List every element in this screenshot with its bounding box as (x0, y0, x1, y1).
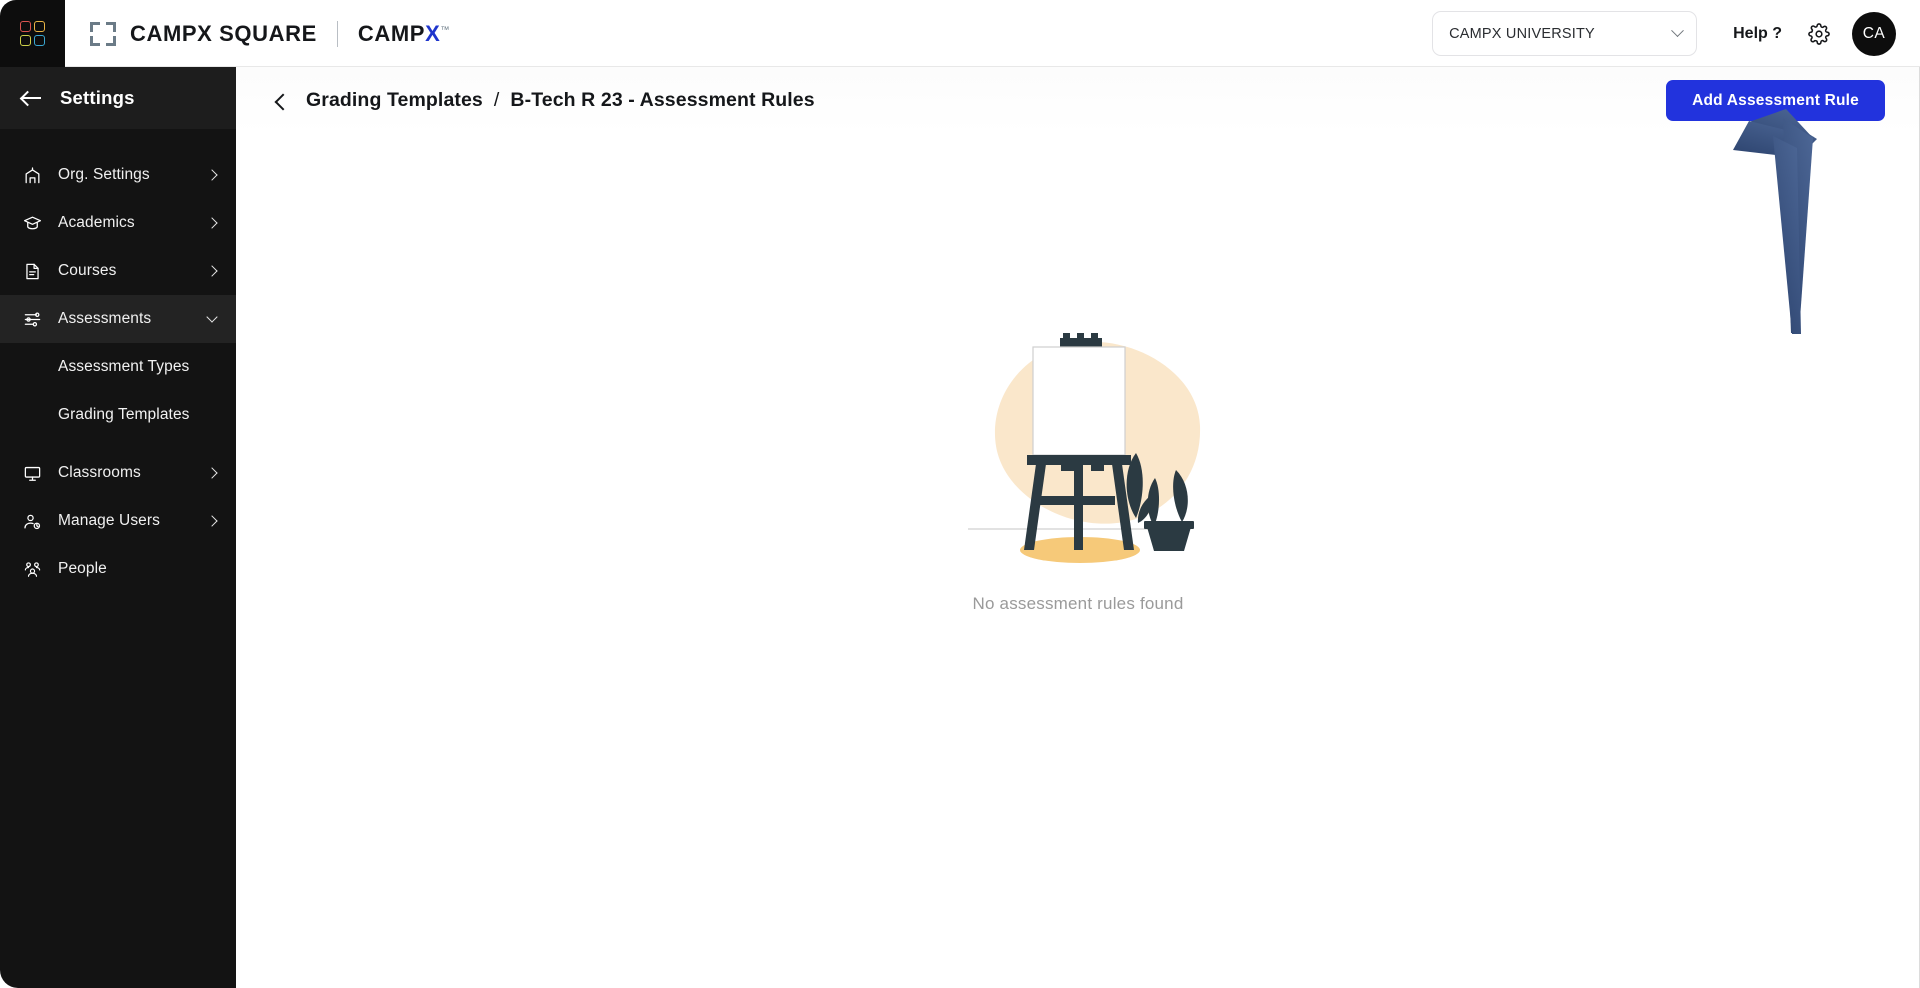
chevron-down-icon (1671, 24, 1684, 38)
chevron-right-icon (206, 169, 218, 181)
brand-secondary-accent: X (425, 20, 441, 46)
sidebar-item-people[interactable]: People (0, 545, 236, 593)
corners-icon (90, 21, 116, 46)
grid-logo-icon (19, 20, 46, 47)
brand-secondary-prefix: CAMP (357, 20, 426, 46)
sidebar-item-label: Org. Settings (58, 166, 150, 183)
chevron-right-icon (206, 467, 218, 479)
empty-state-message: No assessment rules found (972, 594, 1184, 613)
help-button[interactable]: Help ? (1733, 25, 1782, 43)
sidebar-subitem-label: Grading Templates (58, 406, 190, 423)
empty-easel-illustration (968, 333, 1201, 563)
sidebar-subitem-label: Assessment Types (58, 358, 190, 375)
breadcrumb-parent[interactable]: Grading Templates (306, 89, 483, 112)
breadcrumb-current: B-Tech R 23 - Assessment Rules (510, 89, 815, 111)
brand-secondary-text: CAMPX™ (358, 21, 450, 47)
main-content: Grading Templates / B-Tech R 23 - Assess… (236, 67, 1920, 988)
sidebar-item-assessments[interactable]: Assessments (0, 295, 236, 343)
sidebar-menu: Org. Settings Academics Courses Assessme… (0, 129, 236, 593)
gear-icon (1808, 22, 1830, 45)
add-assessment-rule-button[interactable]: Add Assessment Rule (1666, 80, 1885, 121)
sidebar-item-org-settings[interactable]: Org. Settings (0, 151, 236, 199)
sidebar-item-classrooms[interactable]: Classrooms (0, 449, 236, 497)
settings-gear-button[interactable] (1808, 22, 1830, 45)
chevron-right-icon (206, 217, 218, 229)
sidebar-item-label: Academics (58, 214, 135, 231)
empty-state: No assessment rules found (236, 134, 1919, 988)
sidebar-item-courses[interactable]: Courses (0, 247, 236, 295)
settings-sidebar: Settings Org. Settings Academics Courses… (0, 67, 236, 988)
organization-select[interactable]: CAMPX UNIVERSITY (1432, 11, 1698, 56)
sidebar-subitem-grading-templates[interactable]: Grading Templates (0, 391, 236, 439)
breadcrumb: Grading Templates / B-Tech R 23 - Assess… (306, 89, 815, 112)
trademark-mark: ™ (440, 24, 450, 35)
graduation-cap-icon (22, 213, 42, 233)
chevron-left-icon[interactable] (274, 94, 288, 108)
sliders-icon (22, 309, 42, 329)
brand-divider (336, 20, 338, 47)
page-header: Grading Templates / B-Tech R 23 - Assess… (236, 67, 1919, 134)
top-navigation-bar: CAMPX SQUARE CAMPX™ CAMPX UNIVERSITY Hel… (0, 0, 1920, 67)
sidebar-item-academics[interactable]: Academics (0, 199, 236, 247)
sidebar-subitem-assessment-types[interactable]: Assessment Types (0, 343, 236, 391)
sidebar-item-label: People (58, 560, 107, 577)
sidebar-header: Settings (0, 67, 236, 129)
sidebar-item-label: Assessments (58, 310, 152, 327)
chevron-down-icon (206, 311, 218, 323)
brand-logo[interactable]: CAMPX SQUARE CAMPX™ (90, 0, 450, 67)
sidebar-title: Settings (60, 87, 135, 108)
organization-select-value: CAMPX UNIVERSITY (1449, 25, 1595, 42)
brand-primary-text: CAMPX SQUARE (130, 20, 317, 46)
user-avatar[interactable]: CA (1852, 11, 1896, 56)
topbar-right-cluster: CAMPX UNIVERSITY Help ? CA (1432, 0, 1896, 67)
user-settings-icon (22, 511, 42, 531)
sidebar-item-label: Manage Users (58, 512, 160, 529)
app-launcher-button[interactable] (0, 0, 65, 67)
sidebar-item-label: Classrooms (58, 464, 141, 481)
sidebar-item-label: Courses (58, 262, 117, 279)
institution-icon (22, 165, 42, 185)
chevron-right-icon (206, 265, 218, 277)
people-icon (22, 559, 42, 579)
document-icon (22, 261, 42, 281)
breadcrumb-separator: / (493, 89, 500, 111)
sidebar-item-manage-users[interactable]: Manage Users (0, 497, 236, 545)
application-root: CAMPX SQUARE CAMPX™ CAMPX UNIVERSITY Hel… (0, 0, 1920, 988)
chevron-right-icon (206, 515, 218, 527)
arrow-left-icon[interactable] (22, 91, 42, 105)
monitor-icon (22, 463, 42, 483)
avatar-initials: CA (1862, 24, 1886, 42)
